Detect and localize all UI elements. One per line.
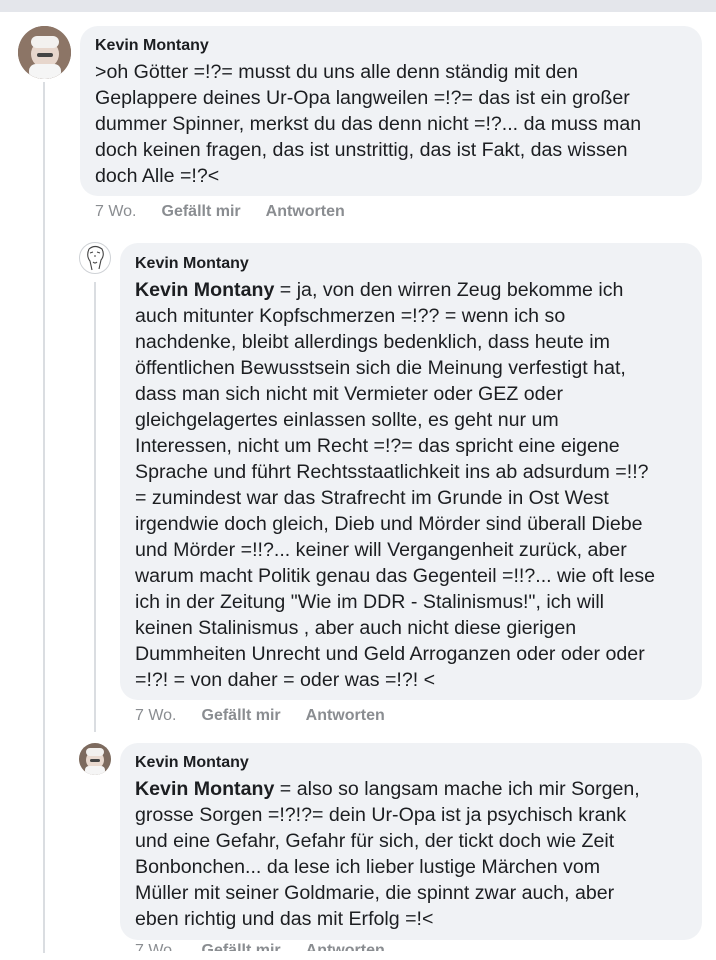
comment-text: Kevin Montany = also so langsam mache ic… xyxy=(135,776,697,932)
comment-author[interactable]: Kevin Montany xyxy=(95,37,209,55)
comment-text: >oh Götter =!?= musst du uns alle denn s… xyxy=(95,59,695,189)
like-button[interactable]: Gefällt mir xyxy=(202,942,281,951)
avatar[interactable] xyxy=(18,26,71,79)
reply-button[interactable]: Antworten xyxy=(306,707,385,725)
reply-button[interactable]: Antworten xyxy=(266,203,345,221)
comment-body: >oh Götter =!?= musst du uns alle denn s… xyxy=(95,61,642,187)
mention-link[interactable]: Kevin Montany xyxy=(135,279,274,301)
reply-thread-line xyxy=(94,282,96,732)
reply-button[interactable]: Antworten xyxy=(306,942,385,951)
comment-author[interactable]: Kevin Montany xyxy=(135,255,249,273)
avatar[interactable] xyxy=(79,242,111,274)
like-button[interactable]: Gefällt mir xyxy=(162,203,241,221)
comment-text: Kevin Montany = ja, von den wirren Zeug … xyxy=(135,277,697,693)
comment-actions: 7 Wo. Gefällt mir Antworten xyxy=(135,942,385,951)
mention-link[interactable]: Kevin Montany xyxy=(135,778,274,800)
comment-actions: 7 Wo. Gefällt mir Antworten xyxy=(95,203,345,221)
comment-timestamp[interactable]: 7 Wo. xyxy=(135,707,177,725)
comment-timestamp[interactable]: 7 Wo. xyxy=(95,203,137,221)
top-divider xyxy=(0,0,716,12)
comment-author[interactable]: Kevin Montany xyxy=(135,754,249,772)
avatar[interactable] xyxy=(79,743,111,775)
comment-timestamp[interactable]: 7 Wo. xyxy=(135,942,177,951)
comment-body: = ja, von den wirren Zeug bekomme ich au… xyxy=(135,279,656,691)
thread-line xyxy=(43,82,45,953)
like-button[interactable]: Gefällt mir xyxy=(202,707,281,725)
comment-actions: 7 Wo. Gefällt mir Antworten xyxy=(135,707,385,725)
comment-body: = also so langsam mache ich mir Sorgen, … xyxy=(135,778,640,930)
